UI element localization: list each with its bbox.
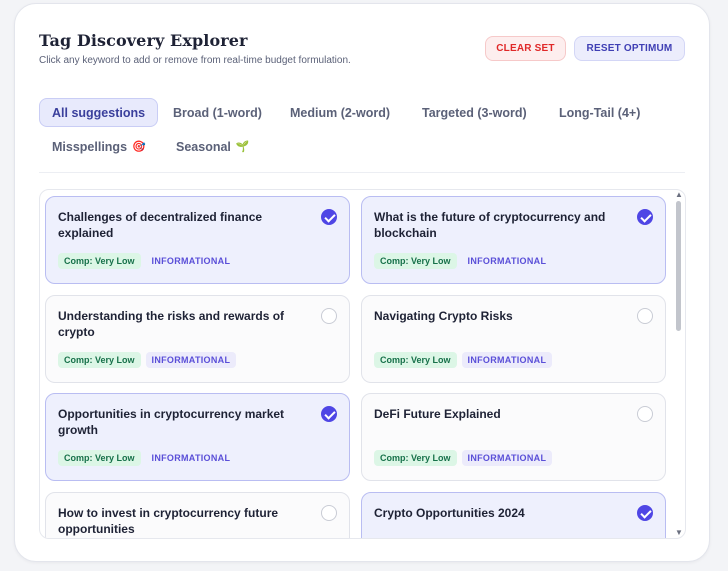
keyword-grid: Challenges of decentralized finance expl… (39, 189, 686, 539)
keyword-card[interactable]: DeFi Future Explained Comp: Very Low INF… (361, 393, 666, 481)
tab-medium[interactable]: Medium (2-word) (290, 98, 390, 127)
tab-broad[interactable]: Broad (1-word) (173, 98, 262, 127)
tab-targeted[interactable]: Targeted (3-word) (422, 98, 527, 127)
intent-badge: INFORMATIONAL (151, 256, 231, 266)
checkmark-icon (321, 209, 337, 225)
unchecked-circle-icon (637, 406, 653, 422)
keyword-grid-scrollbar[interactable]: ▲ ▼ (673, 189, 685, 539)
competition-badge: Comp: Very Low (374, 450, 457, 466)
tab-label: Broad (1-word) (173, 105, 262, 120)
keyword-title: Opportunities in cryptocurrency market g… (58, 407, 285, 437)
competition-badge: Comp: Very Low (58, 450, 141, 466)
intent-badge: INFORMATIONAL (145, 352, 237, 368)
intent-badge: INFORMATIONAL (461, 352, 553, 368)
checkmark-icon (637, 505, 653, 521)
tab-seasonal[interactable]: Seasonal 🌱 (176, 132, 250, 161)
intent-badge: INFORMATIONAL (461, 450, 553, 466)
tag-discovery-panel: Tag Discovery Explorer Click any keyword… (14, 3, 710, 562)
unchecked-circle-icon (637, 308, 653, 324)
keyword-card[interactable]: What is the future of cryptocurrency and… (361, 196, 666, 284)
keyword-card[interactable]: How to invest in cryptocurrency future o… (45, 492, 350, 538)
tab-label: Medium (2-word) (290, 105, 390, 120)
keyword-card[interactable]: Navigating Crypto Risks Comp: Very Low I… (361, 295, 666, 383)
unchecked-circle-icon (321, 308, 337, 324)
keyword-title: Crypto Opportunities 2024 (374, 506, 525, 520)
keyword-title: DeFi Future Explained (374, 407, 501, 421)
clear-set-button[interactable]: CLEAR SET (485, 36, 566, 61)
unchecked-circle-icon (321, 505, 337, 521)
keyword-title: Understanding the risks and rewards of c… (58, 309, 285, 339)
tab-label: Seasonal (176, 139, 231, 154)
competition-badge: Comp: Very Low (374, 253, 457, 269)
competition-badge: Comp: Very Low (58, 352, 141, 368)
keyword-title: Challenges of decentralized finance expl… (58, 210, 263, 240)
checkmark-icon (321, 406, 337, 422)
keyword-title: How to invest in cryptocurrency future o… (58, 506, 279, 536)
tab-label: Misspellings (52, 139, 128, 154)
scroll-down-icon[interactable]: ▼ (675, 529, 683, 537)
intent-badge: INFORMATIONAL (467, 256, 547, 266)
keyword-card[interactable]: Crypto Opportunities 2024 (361, 492, 666, 538)
competition-badge: Comp: Very Low (58, 253, 141, 269)
intent-badge: INFORMATIONAL (151, 453, 231, 463)
tab-label: Targeted (3-word) (422, 105, 527, 120)
competition-badge: Comp: Very Low (374, 352, 457, 368)
tab-label: Long-Tail (4+) (559, 105, 641, 120)
keyword-card[interactable]: Understanding the risks and rewards of c… (45, 295, 350, 383)
page-title: Tag Discovery Explorer (39, 31, 248, 50)
reset-optimum-button[interactable]: RESET OPTIMUM (574, 36, 685, 61)
keyword-title: What is the future of cryptocurrency and… (374, 210, 606, 240)
target-icon: 🎯 (132, 141, 146, 153)
tab-label: All suggestions (52, 105, 146, 120)
tab-all-suggestions[interactable]: All suggestions (39, 98, 159, 127)
checkmark-icon (637, 209, 653, 225)
keyword-card[interactable]: Challenges of decentralized finance expl… (45, 196, 350, 284)
keyword-card[interactable]: Opportunities in cryptocurrency market g… (45, 393, 350, 481)
page-subtitle: Click any keyword to add or remove from … (39, 55, 351, 66)
tab-misspellings[interactable]: Misspellings 🎯 (52, 132, 146, 161)
seedling-icon: 🌱 (235, 141, 250, 153)
divider (39, 172, 685, 173)
scroll-thumb[interactable] (676, 201, 681, 331)
tab-long-tail[interactable]: Long-Tail (4+) (559, 98, 640, 127)
keyword-title: Navigating Crypto Risks (374, 309, 513, 323)
scroll-up-icon[interactable]: ▲ (675, 191, 683, 199)
